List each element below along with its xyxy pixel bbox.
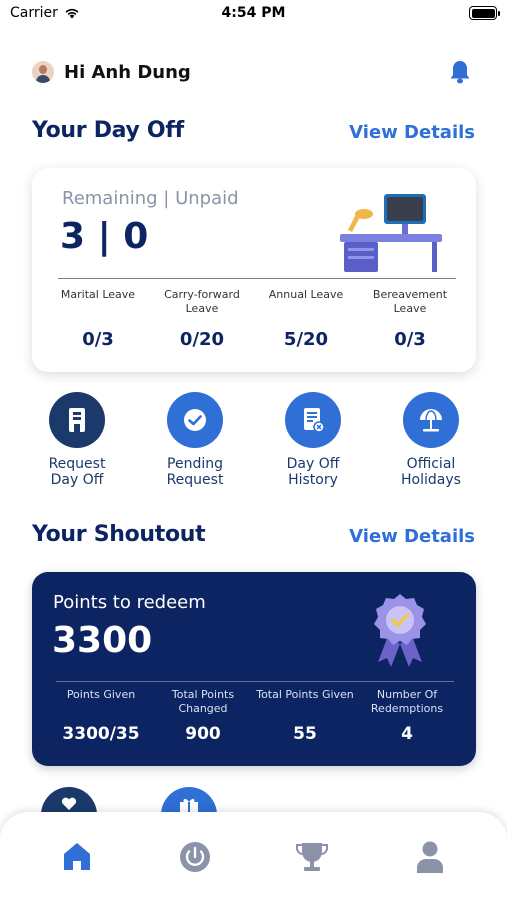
door-icon: [49, 392, 105, 448]
battery-icon: [469, 6, 500, 20]
clock: 4:54 PM: [221, 5, 286, 21]
request-day-off-button[interactable]: Request Day Off: [18, 392, 136, 488]
desk-illustration: [340, 194, 442, 272]
leave-item-annual: Annual Leave 5/20: [254, 288, 358, 350]
stat-label: Total Points Given: [256, 688, 354, 701]
action-label: Request Day Off: [48, 456, 106, 488]
shoutout-divider: [56, 681, 454, 682]
stat-value: 3300/35: [62, 724, 140, 744]
beach-umbrella-icon: [403, 392, 459, 448]
heart-icon: [61, 797, 77, 810]
stat-value: 4: [401, 724, 413, 744]
stat-number-of-redemptions: Number Of Redemptions 4: [356, 688, 458, 744]
power-icon: [179, 842, 210, 872]
tab-power[interactable]: [136, 812, 254, 900]
history-icon: [285, 392, 341, 448]
trophy-icon: [296, 843, 329, 871]
leave-grid: Marital Leave 0/3 Carry-forward Leave 0/…: [46, 288, 462, 350]
action-label: Official Holidays: [401, 456, 461, 488]
action-label: Pending Request: [166, 456, 224, 488]
tab-trophy[interactable]: [254, 812, 372, 900]
pending-request-button[interactable]: Pending Request: [136, 392, 254, 488]
shoutout-title: Your Shoutout: [32, 522, 206, 547]
stat-total-points-given: Total Points Given 55: [254, 688, 356, 744]
shoutout-card: Points to redeem 3300 Points Given 3300/…: [32, 572, 476, 766]
greeting-text: Hi Anh Dung: [64, 61, 191, 83]
leave-item-carry-forward: Carry-forward Leave 0/20: [150, 288, 254, 350]
stat-value: 900: [185, 724, 221, 744]
leave-label: Annual Leave: [268, 288, 344, 301]
stat-points-given: Points Given 3300/35: [50, 688, 152, 744]
leave-label: Bereavement Leave: [372, 288, 448, 315]
check-icon: [167, 392, 223, 448]
leave-label: Carry-forward Leave: [164, 288, 240, 315]
card-divider: [58, 278, 456, 279]
dayoff-view-details-link[interactable]: View Details: [349, 122, 475, 143]
points-to-redeem-value: 3300: [52, 620, 153, 661]
medal-icon: [374, 594, 426, 667]
avatar[interactable]: [32, 61, 54, 83]
quick-actions: Request Day Off Pending Request Day Off …: [18, 392, 490, 488]
tab-home[interactable]: [18, 812, 136, 900]
stat-label: Total Points Changed: [171, 688, 235, 715]
bottom-tab-bar: [0, 812, 507, 900]
leave-value: 0/3: [82, 329, 114, 350]
dayoff-card: Remaining | Unpaid 3 | 0 Marital Leave 0…: [32, 168, 476, 372]
day-off-history-button[interactable]: Day Off History: [254, 392, 372, 488]
bell-icon[interactable]: [449, 59, 471, 85]
shoutout-view-details-link[interactable]: View Details: [349, 526, 475, 547]
remaining-unpaid-label: Remaining | Unpaid: [62, 188, 239, 209]
home-icon: [63, 843, 90, 870]
status-bar: Carrier 4:54 PM: [0, 0, 507, 30]
leave-item-marital: Marital Leave 0/3: [46, 288, 150, 350]
gift-icon: [180, 798, 198, 813]
dayoff-title: Your Day Off: [32, 118, 184, 143]
stat-value: 55: [293, 724, 317, 744]
stat-total-points-changed: Total Points Changed 900: [152, 688, 254, 744]
leave-label: Marital Leave: [60, 288, 136, 301]
greeting: Hi Anh Dung: [32, 58, 191, 86]
leave-item-bereavement: Bereavement Leave 0/3: [358, 288, 462, 350]
leave-value: 0/20: [179, 329, 225, 350]
stat-label: Number Of Redemptions: [370, 688, 444, 715]
remaining-unpaid-value: 3 | 0: [60, 216, 149, 257]
shoutout-stats: Points Given 3300/35 Total Points Change…: [50, 688, 458, 744]
official-holidays-button[interactable]: Official Holidays: [372, 392, 490, 488]
leave-value: 5/20: [283, 329, 329, 350]
stat-label: Points Given: [66, 688, 136, 701]
leave-value: 0/3: [394, 329, 426, 350]
user-icon: [417, 841, 444, 873]
action-label: Day Off History: [286, 456, 340, 488]
points-to-redeem-label: Points to redeem: [53, 592, 206, 613]
tab-profile[interactable]: [371, 812, 489, 900]
